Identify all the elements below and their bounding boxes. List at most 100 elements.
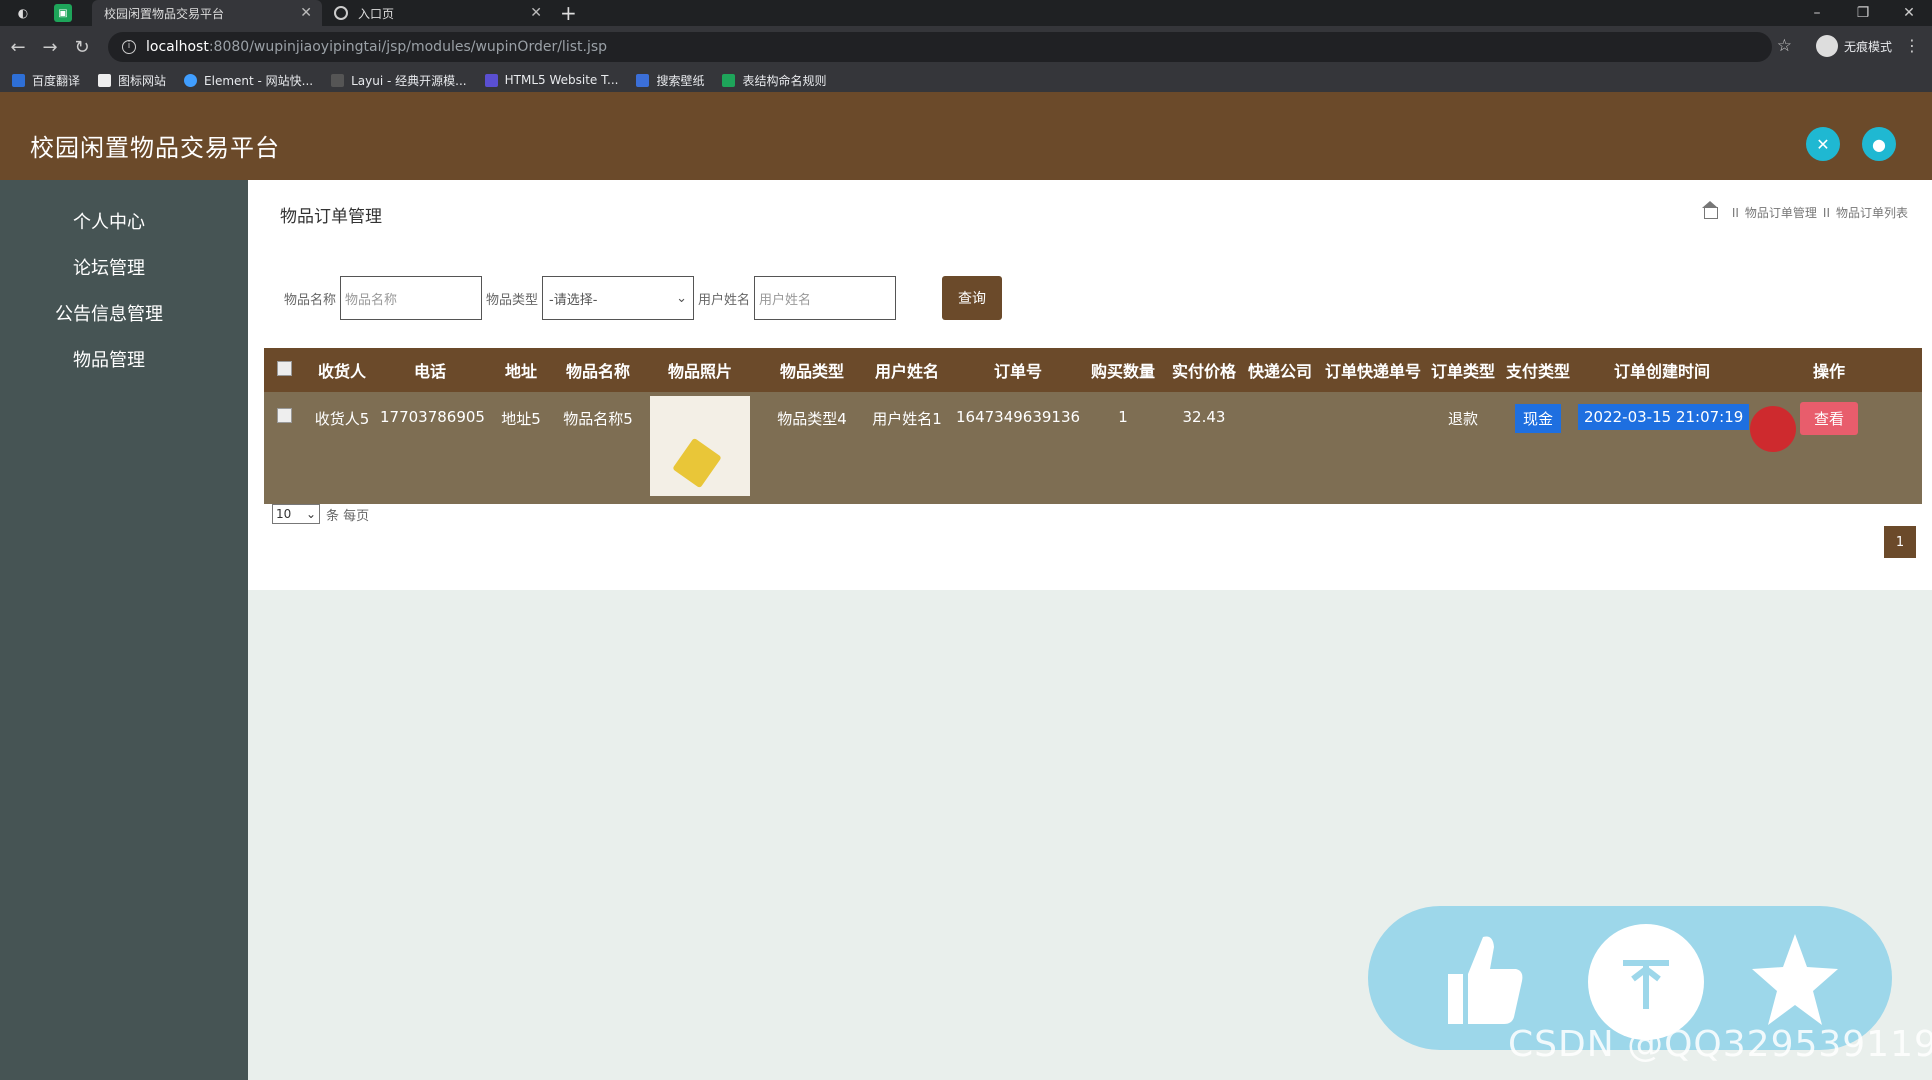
breadcrumb-item: 物品订单列表 xyxy=(1835,206,1908,220)
select-all-checkbox[interactable] xyxy=(276,360,292,376)
fullscreen-icon[interactable]: ✕ xyxy=(1806,127,1840,161)
tab-app[interactable]: 校园闲置物品交易平台 ✕ xyxy=(92,0,322,26)
select-all-cell xyxy=(264,360,304,380)
bookmark-label: Element - 网站快... xyxy=(204,73,314,88)
globe-icon xyxy=(334,6,348,20)
item-photo[interactable] xyxy=(650,396,750,496)
cell-created-time: 2022-03-15 21:07:19 xyxy=(1578,392,1750,430)
bookmark-label: 表结构命名规则 xyxy=(742,73,827,88)
url-path: :8080/wupinjiaoyipingtai/jsp/modules/wup… xyxy=(208,39,608,55)
minimize-icon[interactable]: – xyxy=(1794,0,1840,26)
column-header: 电话 xyxy=(413,362,446,381)
cell-phone: 17703786905 xyxy=(380,408,485,426)
column-header: 操作 xyxy=(1812,362,1845,381)
cell-quantity: 1 xyxy=(1118,408,1128,426)
bookmark-label: 百度翻译 xyxy=(32,73,81,88)
cell-price: 32.43 xyxy=(1182,408,1226,426)
breadcrumb-separator: II xyxy=(1731,205,1739,220)
forward-icon[interactable]: → xyxy=(34,37,66,58)
browser-menu-icon[interactable]: ⋮ xyxy=(1904,36,1920,55)
column-header: 订单创建时间 xyxy=(1613,362,1710,381)
cell-pay-type: 现金 xyxy=(1498,392,1578,433)
bookmark-item[interactable]: 搜索壁纸 xyxy=(636,72,704,89)
bookmark-item[interactable]: 图标网站 xyxy=(98,72,166,89)
bookmark-item[interactable]: Layui - 经典开源模... xyxy=(331,72,467,89)
bookmark-icon xyxy=(331,73,345,87)
bookmark-icon xyxy=(184,73,198,87)
tab-entry[interactable]: 入口页 ✕ xyxy=(322,0,552,26)
bookmark-icon xyxy=(98,73,112,87)
star-glyph xyxy=(1752,934,1838,1025)
reload-icon[interactable]: ↻ xyxy=(66,37,98,58)
url-input[interactable]: i localhost :8080/wupinjiaoyipingtai/jsp… xyxy=(108,32,1772,62)
column-header: 物品类型 xyxy=(779,362,844,381)
select-value: -请选择- xyxy=(549,292,598,308)
table-row: 收货人5 17703786905 地址5 物品名称5 物品类型4 用户姓名1 1… xyxy=(264,392,1922,504)
user-icon[interactable]: ● xyxy=(1862,127,1896,161)
thumbs-up-glyph xyxy=(1448,936,1523,1024)
home-icon[interactable] xyxy=(1701,200,1718,219)
bookmark-icon xyxy=(636,73,650,87)
restore-icon[interactable]: ❐ xyxy=(1840,0,1886,26)
column-header: 购买数量 xyxy=(1090,362,1155,381)
sidebar-item-items[interactable]: 物品管理 xyxy=(0,338,248,384)
thumbs-up-icon[interactable] xyxy=(1428,924,1538,1034)
user-name-label: 用户姓名 xyxy=(698,292,751,308)
cell-address: 地址5 xyxy=(501,410,541,428)
sidebar-item-notices[interactable]: 公告信息管理 xyxy=(0,292,248,338)
column-header: 订单号 xyxy=(993,362,1042,381)
close-window-icon[interactable]: ✕ xyxy=(1886,0,1932,26)
breadcrumb-item[interactable]: 物品订单管理 xyxy=(1745,204,1817,221)
page-title: 物品订单管理 xyxy=(280,207,382,227)
table-header: 收货人 电话 地址 物品名称 物品照片 物品类型 用户姓名 订单号 购买数量 实… xyxy=(264,348,1922,392)
user-name-input[interactable]: 用户姓名 xyxy=(754,276,897,320)
back-icon[interactable]: ← xyxy=(2,37,34,58)
bookmark-item[interactable]: 百度翻译 xyxy=(12,72,80,89)
bookmark-item[interactable]: HTML5 Website T... xyxy=(484,73,619,87)
item-name-input[interactable]: 物品名称 xyxy=(340,276,483,320)
url-host: localhost xyxy=(146,39,209,55)
bookmark-item[interactable]: 表结构命名规则 xyxy=(722,72,826,89)
coin-glyph xyxy=(1623,960,1669,1009)
query-button[interactable]: 查询 xyxy=(942,276,1003,320)
pendant-shape xyxy=(672,437,722,489)
main-panel: 物品订单管理 II 物品订单管理 II 物品订单列表 物品名称 物品名称 物品类… xyxy=(248,180,1932,590)
column-header: 物品名称 xyxy=(565,362,630,381)
incognito-icon xyxy=(1815,35,1838,57)
chevron-down-icon: ⌄ xyxy=(305,507,316,521)
bookmark-label: Layui - 经典开源模... xyxy=(351,73,467,88)
browser-logo-icon: ◐ xyxy=(17,6,29,20)
sidebar: 个人中心 论坛管理 公告信息管理 物品管理 xyxy=(0,180,248,1080)
cell-item-type: 物品类型4 xyxy=(777,410,847,428)
sidebar-item-personal-center[interactable]: 个人中心 xyxy=(0,200,248,246)
bookmark-star-icon[interactable]: ☆ xyxy=(1777,36,1792,56)
page-number-button[interactable]: 1 xyxy=(1884,526,1916,558)
bookmark-item[interactable]: Element - 网站快... xyxy=(184,72,313,89)
bookmark-label: 搜索壁纸 xyxy=(656,73,705,88)
row-checkbox[interactable] xyxy=(276,408,292,423)
star-icon[interactable] xyxy=(1740,924,1850,1034)
column-header: 物品照片 xyxy=(667,362,732,381)
tab-title: 入口页 xyxy=(358,6,395,21)
page-size-select[interactable]: 10 ⌄ xyxy=(272,504,320,524)
cell-order-no: 1647349639136 xyxy=(956,408,1081,426)
new-tab-icon[interactable]: + xyxy=(560,1,577,25)
close-icon[interactable]: ✕ xyxy=(530,5,542,21)
bookmarks-bar: 百度翻译 图标网站 Element - 网站快... Layui - 经典开源模… xyxy=(0,68,1932,92)
item-type-select[interactable]: -请选择- ⌄ xyxy=(542,276,695,320)
coin-icon[interactable] xyxy=(1588,924,1704,1040)
per-page-label: 条 每页 xyxy=(326,508,370,524)
chevron-down-icon: ⌄ xyxy=(676,290,688,306)
item-type-label: 物品类型 xyxy=(486,292,539,308)
view-button[interactable]: 查看 xyxy=(1799,402,1858,435)
column-header: 地址 xyxy=(504,362,537,381)
sidebar-item-forum[interactable]: 论坛管理 xyxy=(0,246,248,292)
incognito-indicator[interactable]: 无痕模式 xyxy=(1815,35,1892,57)
info-icon[interactable]: i xyxy=(122,40,136,54)
bookmark-label: HTML5 Website T... xyxy=(504,73,619,87)
close-icon[interactable]: ✕ xyxy=(300,5,312,21)
cell-user-name: 用户姓名1 xyxy=(872,410,942,428)
column-header: 快递公司 xyxy=(1247,362,1312,381)
column-header: 收货人 xyxy=(317,362,366,381)
cell-courier xyxy=(1242,392,1318,408)
